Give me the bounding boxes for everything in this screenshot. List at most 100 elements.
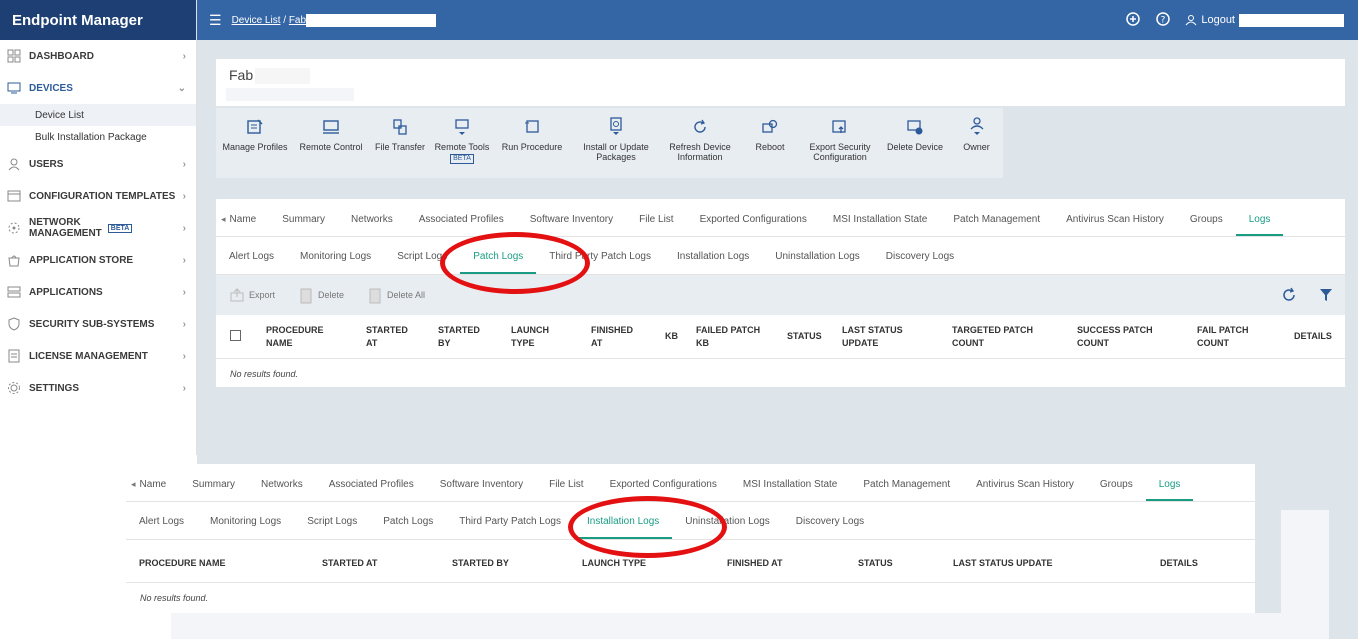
chevron-right-icon: › (182, 382, 186, 394)
install-update-packages-button[interactable]: Install or Update Packages (572, 108, 660, 178)
tab-patch-management[interactable]: Patch Management (850, 479, 963, 501)
manage-profiles-button[interactable]: Manage Profiles (216, 108, 294, 178)
column-header[interactable]: TARGETED PATCH COUNT (952, 324, 1047, 349)
tab-msi-installation-state[interactable]: MSI Installation State (820, 214, 941, 236)
column-header[interactable]: FINISHED AT (591, 324, 641, 349)
add-icon[interactable] (1125, 11, 1141, 30)
tab-name[interactable]: Name (226, 214, 270, 236)
refresh-device-information-button[interactable]: Refresh Device Information (660, 108, 740, 178)
help-icon[interactable]: ? (1155, 11, 1171, 30)
run-procedure-icon (525, 120, 539, 133)
tab-software-inventory[interactable]: Software Inventory (427, 479, 536, 501)
column-header[interactable]: LAST STATUS UPDATE (842, 324, 922, 349)
column-header[interactable]: FAILED PATCH KB (696, 324, 771, 349)
tool-label: Install or Update Packages (583, 142, 649, 163)
subtab-monitoring-logs[interactable]: Monitoring Logs (197, 516, 294, 539)
run-procedure-button[interactable]: Run Procedure (492, 108, 572, 178)
subtab-patch-logs[interactable]: Patch Logs (370, 516, 446, 539)
device-name: Fab (229, 67, 311, 85)
sidebar-item-security-sub-systems[interactable]: SECURITY SUB-SYSTEMS › (0, 308, 196, 340)
file-transfer-button[interactable]: File Transfer (368, 108, 432, 178)
sidebar-subitem-bulk-installation[interactable]: Bulk Installation Package (0, 126, 196, 148)
delete-button[interactable]: Delete (299, 286, 344, 304)
tab-groups[interactable]: Groups (1177, 214, 1236, 236)
sidebar-item-users[interactable]: USERS › (0, 148, 196, 180)
column-header[interactable]: DETAILS (1160, 557, 1198, 570)
sidebar-item-network-management[interactable]: NETWORK MANAGEMENT BETA › (0, 212, 196, 244)
tab-antivirus-scan-history[interactable]: Antivirus Scan History (1053, 214, 1177, 236)
column-header[interactable]: LAST STATUS UPDATE (953, 557, 1053, 570)
sidebar-item-license-management[interactable]: LICENSE MANAGEMENT › (0, 340, 196, 372)
remote-tools-button[interactable]: Remote Tools BETA (432, 108, 492, 178)
column-header[interactable]: FINISHED AT (727, 557, 783, 570)
tab-logs[interactable]: Logs (1235, 214, 1284, 236)
column-header[interactable]: PROCEDURE NAME (139, 557, 226, 570)
menu-icon[interactable]: ☰ (209, 12, 222, 29)
tab-logs[interactable]: Logs (1145, 479, 1194, 501)
column-header[interactable]: PROCEDURE NAME (266, 324, 336, 349)
export-security-configuration-button[interactable]: Export Security Configuration (800, 108, 880, 178)
column-header[interactable]: FAIL PATCH COUNT (1197, 324, 1267, 349)
sidebar-item-label: APPLICATION STORE (29, 254, 134, 266)
svg-text:?: ? (1161, 15, 1166, 25)
delete-device-button[interactable]: Delete Device (880, 108, 950, 178)
sidebar-item-applications[interactable]: APPLICATIONS › (0, 276, 196, 308)
tab-file-list[interactable]: File List (626, 214, 686, 236)
tab-name[interactable]: Name (136, 479, 180, 501)
select-all-checkbox[interactable] (230, 330, 241, 341)
remote-control-button[interactable]: Remote Control (294, 108, 368, 178)
column-header[interactable]: STARTED BY (452, 557, 509, 570)
column-header[interactable]: KB (665, 330, 678, 343)
export-button[interactable]: Export (230, 288, 275, 302)
breadcrumb-current[interactable]: Fab (289, 15, 306, 26)
tab-patch-management[interactable]: Patch Management (940, 214, 1053, 236)
subtab-installation-logs[interactable]: Installation Logs (664, 251, 762, 274)
sidebar-item-devices[interactable]: DEVICES ⌄ (0, 72, 196, 104)
log-actions-bar: Export Delete Delete All (216, 275, 1345, 315)
subtab-discovery-logs[interactable]: Discovery Logs (783, 516, 877, 539)
subtab-monitoring-logs[interactable]: Monitoring Logs (287, 251, 384, 274)
filter-icon[interactable] (1319, 287, 1333, 303)
sidebar-item-settings[interactable]: SETTINGS › (0, 372, 196, 404)
reboot-button[interactable]: Reboot (740, 108, 800, 178)
column-header[interactable]: LAUNCH TYPE (582, 557, 646, 570)
subtab-discovery-logs[interactable]: Discovery Logs (873, 251, 967, 274)
column-header[interactable]: STARTED AT (322, 557, 377, 570)
refresh-icon[interactable] (1281, 287, 1297, 303)
tab-file-list[interactable]: File List (536, 479, 596, 501)
tab-networks[interactable]: Networks (248, 479, 316, 501)
column-header[interactable]: DETAILS (1294, 330, 1332, 343)
tab-associated-profiles[interactable]: Associated Profiles (316, 479, 427, 501)
tab-groups[interactable]: Groups (1087, 479, 1146, 501)
column-header[interactable]: STARTED BY (438, 324, 488, 349)
tab-networks[interactable]: Networks (338, 214, 406, 236)
column-header[interactable]: STATUS (787, 330, 822, 343)
column-header[interactable]: LAUNCH TYPE (511, 324, 561, 349)
device-tabs: ◂ Name Summary Networks Associated Profi… (126, 464, 1255, 502)
sidebar-item-dashboard[interactable]: DASHBOARD › (0, 40, 196, 72)
subtab-uninstallation-logs[interactable]: Uninstallation Logs (762, 251, 873, 274)
column-header[interactable]: STATUS (858, 557, 893, 570)
sidebar-item-label: CONFIGURATION TEMPLATES (29, 190, 176, 202)
breadcrumb-device-list[interactable]: Device List (232, 15, 281, 26)
tab-antivirus-scan-history[interactable]: Antivirus Scan History (963, 479, 1087, 501)
chevron-right-icon: › (182, 286, 186, 298)
delete-all-button[interactable]: Delete All (368, 286, 425, 304)
owner-button[interactable]: Owner (950, 108, 1003, 178)
scroll-left-icon[interactable]: ◂ (126, 479, 136, 501)
sidebar-subitem-device-list[interactable]: Device List (0, 104, 196, 126)
sidebar-item-configuration-templates[interactable]: CONFIGURATION TEMPLATES › (0, 180, 196, 212)
subtab-third-party-patch-logs[interactable]: Third Party Patch Logs (446, 516, 574, 539)
column-header[interactable]: STARTED AT (366, 324, 416, 349)
column-header[interactable]: SUCCESS PATCH COUNT (1077, 324, 1172, 349)
subtab-alert-logs[interactable]: Alert Logs (126, 516, 197, 539)
subtab-script-logs[interactable]: Script Logs (294, 516, 370, 539)
tab-exported-configurations[interactable]: Exported Configurations (687, 214, 820, 236)
tab-summary[interactable]: Summary (179, 479, 248, 501)
tab-msi-installation-state[interactable]: MSI Installation State (730, 479, 851, 501)
subtab-alert-logs[interactable]: Alert Logs (216, 251, 287, 274)
sidebar-item-application-store[interactable]: APPLICATION STORE › (0, 244, 196, 276)
tab-summary[interactable]: Summary (269, 214, 338, 236)
scroll-left-icon[interactable]: ◂ (216, 214, 226, 236)
logout-button[interactable]: Logout (1185, 13, 1344, 27)
